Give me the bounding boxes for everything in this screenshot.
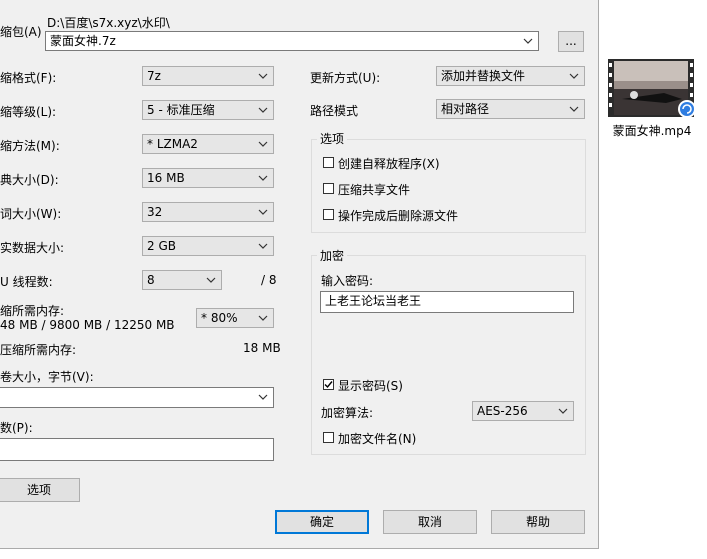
chevron-down-icon — [558, 402, 570, 420]
password-label: 输入密码: — [321, 274, 374, 288]
dict-label: 典大小(D): — [0, 173, 59, 187]
format-label: 缩格式(F): — [0, 71, 57, 85]
archive-path: D:\百度\s7x.xyz\水印\ — [47, 16, 170, 30]
level-value: 5 - 标准压缩 — [147, 103, 215, 117]
delete-source-checkbox[interactable] — [323, 209, 334, 220]
mem-compress-value: 48 MB / 9800 MB / 12250 MB — [0, 318, 175, 332]
enc-method-label: 加密算法: — [321, 406, 374, 420]
method-value: * LZMA2 — [147, 137, 198, 151]
delete-source-label: 操作完成后删除源文件 — [338, 209, 459, 223]
cancel-button[interactable]: 取消 — [383, 510, 477, 534]
chevron-down-icon — [258, 67, 270, 85]
update-select[interactable]: 添加并替换文件 — [436, 66, 585, 86]
mem-percent-value: * 80% — [201, 311, 238, 325]
chevron-down-icon — [523, 32, 535, 50]
dict-select[interactable]: 16 MB — [142, 168, 274, 188]
volume-label: 卷大小，字节(V): — [0, 370, 94, 384]
options-group-title: 选项 — [317, 132, 348, 146]
path-mode-value: 相对路径 — [441, 102, 490, 116]
archive-label: 缩包(A) — [0, 25, 42, 39]
format-value: 7z — [147, 69, 161, 83]
shared-label: 压缩共享文件 — [338, 183, 411, 197]
solid-value: 2 GB — [147, 239, 176, 253]
path-mode-select[interactable]: 相对路径 — [436, 99, 585, 119]
chevron-down-icon — [206, 271, 218, 289]
level-label: 缩等级(L): — [0, 105, 57, 119]
word-value: 32 — [147, 205, 163, 219]
help-button[interactable]: 帮助 — [491, 510, 585, 534]
browse-button[interactable]: ... — [558, 31, 584, 52]
solid-label: 实数据大小: — [0, 241, 65, 255]
add-to-archive-dialog: 缩包(A) D:\百度\s7x.xyz\水印\ 蒙面女神.7z ... 缩格式(… — [0, 0, 599, 549]
volume-select[interactable] — [0, 387, 274, 408]
word-select[interactable]: 32 — [142, 202, 274, 222]
shared-checkbox[interactable] — [323, 183, 334, 194]
level-select[interactable]: 5 - 标准压缩 — [142, 100, 274, 120]
word-label: 词大小(W): — [0, 207, 62, 221]
params-label: 数(P): — [0, 421, 33, 435]
mem-decompress-value: 18 MB — [243, 341, 281, 355]
mem-percent-select[interactable]: * 80% — [196, 308, 274, 328]
file-name-label: 蒙面女神.mp4 — [612, 124, 692, 138]
sfx-label: 创建自释放程序(X) — [338, 157, 440, 171]
chevron-down-icon — [258, 309, 270, 327]
chevron-down-icon — [258, 237, 270, 255]
archive-name-value: 蒙面女神.7z — [50, 34, 116, 48]
threads-label: U 线程数: — [0, 275, 53, 289]
chevron-down-icon — [258, 169, 270, 187]
chevron-down-icon — [258, 203, 270, 221]
archive-name-combo[interactable]: 蒙面女神.7z — [45, 31, 539, 51]
dict-value: 16 MB — [147, 171, 185, 185]
update-label: 更新方式(U): — [310, 71, 381, 85]
chevron-down-icon — [258, 101, 270, 119]
mem-decompress-label: 压缩所需内存: — [0, 343, 77, 357]
method-select[interactable]: * LZMA2 — [142, 134, 274, 154]
show-password-label: 显示密码(S) — [338, 379, 403, 393]
threads-select[interactable]: 8 — [142, 270, 222, 290]
path-mode-label: 路径模式 — [310, 104, 359, 118]
enc-method-select[interactable]: AES-256 — [472, 401, 574, 421]
check-icon — [324, 381, 333, 389]
method-label: 缩方法(M): — [0, 139, 60, 153]
password-input[interactable]: 上老王论坛当老王 — [320, 291, 574, 313]
update-value: 添加并替换文件 — [441, 69, 526, 83]
format-select[interactable]: 7z — [142, 66, 274, 86]
ok-button[interactable]: 确定 — [275, 510, 369, 534]
solid-select[interactable]: 2 GB — [142, 236, 274, 256]
threads-total: / 8 — [261, 273, 277, 287]
chevron-down-icon — [569, 67, 581, 85]
encryption-group-title: 加密 — [317, 249, 348, 263]
show-password-checkbox[interactable] — [323, 379, 334, 390]
chevron-down-icon — [258, 135, 270, 153]
mem-compress-label: 缩所需内存: — [0, 304, 65, 318]
threads-value: 8 — [147, 273, 155, 287]
sfx-checkbox[interactable] — [323, 157, 334, 168]
params-input[interactable] — [0, 438, 274, 461]
encrypt-names-label: 加密文件名(N) — [338, 432, 417, 446]
enc-method-value: AES-256 — [477, 404, 528, 418]
chevron-down-icon — [258, 388, 270, 406]
encrypt-names-checkbox[interactable] — [323, 432, 334, 443]
video-file-icon[interactable] — [604, 59, 698, 119]
chevron-down-icon — [569, 100, 581, 118]
options-button[interactable]: 选项 — [0, 478, 80, 502]
